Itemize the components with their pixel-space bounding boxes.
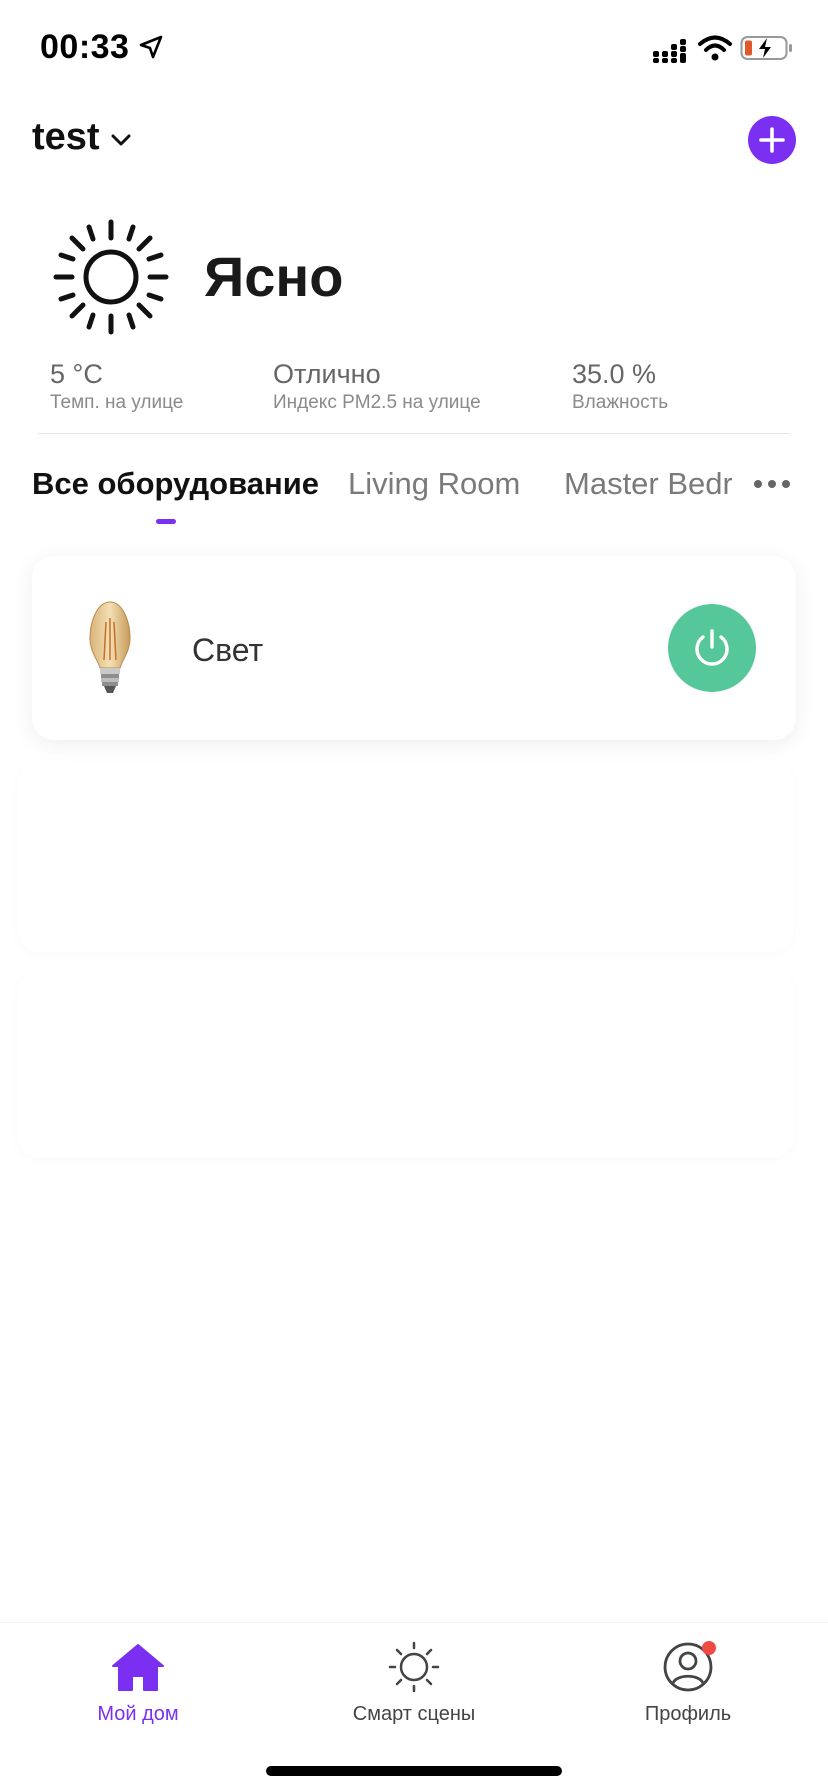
add-button[interactable] xyxy=(748,116,796,164)
sun-outline-icon xyxy=(388,1641,440,1693)
outdoor-temp-stat: 5 °C Темп. на улице xyxy=(50,358,183,414)
status-bar: 00:33 xyxy=(0,0,828,100)
stat-label: Темп. на улице xyxy=(50,392,184,413)
active-tab-indicator xyxy=(156,519,176,524)
nav-item-profile[interactable]: Профиль xyxy=(578,1637,798,1726)
more-dots-icon[interactable] xyxy=(752,478,792,490)
power-button[interactable] xyxy=(668,604,756,692)
device-card[interactable]: Свет xyxy=(32,556,796,740)
nav-label: Смарт сцены xyxy=(352,1703,476,1725)
power-icon xyxy=(695,629,729,666)
pm25-stat: Отлично Индекс PM2.5 на улице xyxy=(273,358,481,414)
sun-icon xyxy=(53,219,169,335)
nav-icon-wrap xyxy=(28,1637,248,1697)
stat-value: 5 °C xyxy=(50,359,103,389)
humidity-stat: 35.0 % Влажность xyxy=(572,358,668,414)
app-screen: 00:33 test Ясно 5 °C Темп. на улице Отли… xyxy=(0,0,828,1792)
battery-charging-icon xyxy=(740,36,792,60)
nav-item-my-home[interactable]: Мой дом xyxy=(28,1637,248,1726)
empty-card-placeholder xyxy=(18,762,794,952)
stat-label: Влажность xyxy=(572,392,669,413)
stat-label: Индекс PM2.5 на улице xyxy=(273,392,481,413)
tab-all-devices[interactable]: Все оборудование xyxy=(32,466,319,502)
weather-condition: Ясно xyxy=(204,245,344,308)
stat-value: Отлично xyxy=(273,359,381,389)
nav-icon-wrap xyxy=(578,1637,798,1697)
home-icon xyxy=(112,1644,164,1691)
home-indicator xyxy=(266,1766,562,1776)
device-name: Свет xyxy=(192,632,264,668)
stat-value: 35.0 % xyxy=(572,359,657,389)
status-time: 00:33 xyxy=(40,28,130,66)
chevron-down-icon xyxy=(111,134,131,145)
nav-icon-wrap xyxy=(304,1637,524,1697)
tab-living-room[interactable]: Living Room xyxy=(348,466,520,502)
wifi-icon xyxy=(698,35,732,61)
empty-card-placeholder xyxy=(18,972,794,1158)
divider xyxy=(38,433,790,434)
notification-dot xyxy=(702,1641,716,1655)
nav-label: Профиль xyxy=(644,1703,732,1725)
signal-icon xyxy=(653,39,686,63)
home-selector[interactable]: test xyxy=(32,116,132,159)
tab-master-bedroom[interactable]: Master Bedr xyxy=(564,466,732,502)
light-bulb-image xyxy=(89,601,131,693)
plus-icon xyxy=(759,127,785,153)
nav-label: Мой дом xyxy=(97,1703,179,1725)
home-name: test xyxy=(32,116,100,158)
location-arrow-icon xyxy=(139,35,163,59)
nav-item-smart-scenes[interactable]: Смарт сцены xyxy=(304,1637,524,1726)
